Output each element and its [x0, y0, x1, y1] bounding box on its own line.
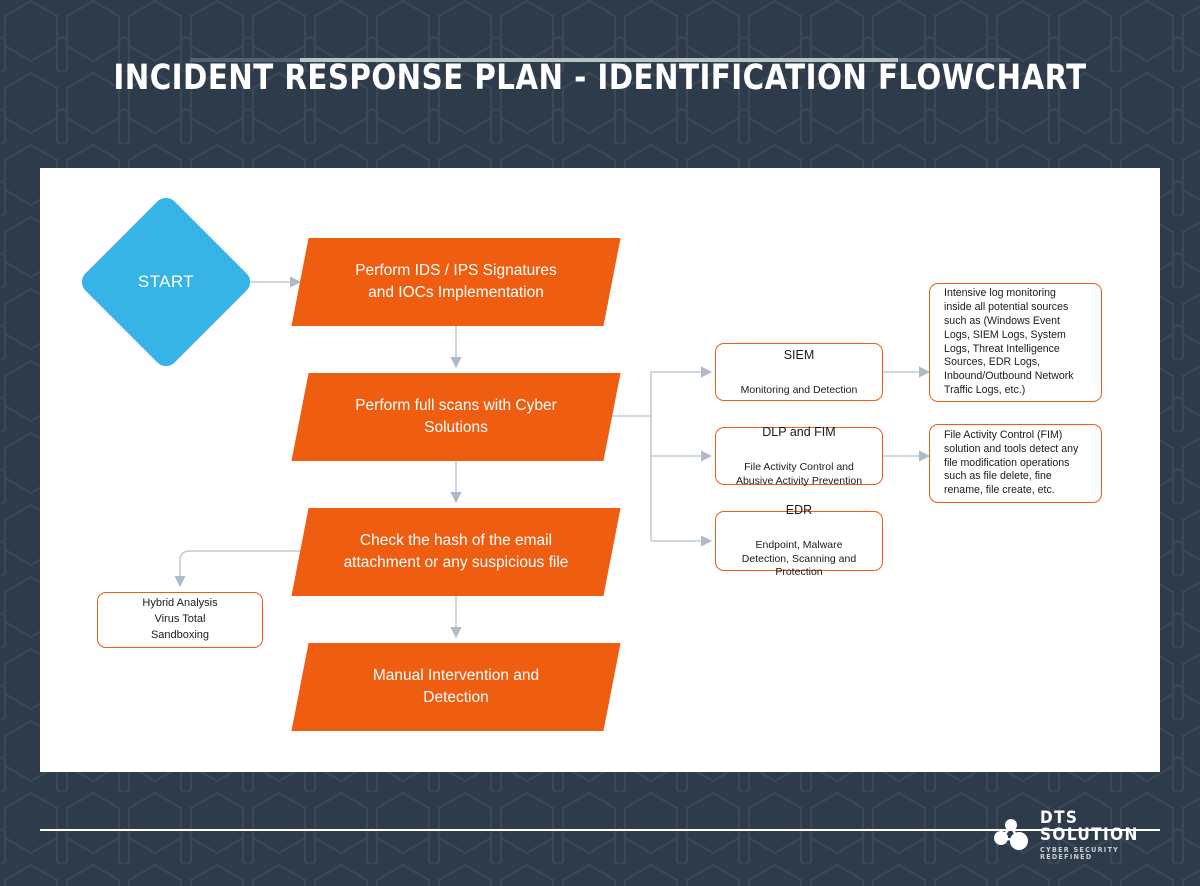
tools-box-text: Hybrid Analysis Virus Total Sandboxing: [142, 597, 218, 641]
note-text: File Activity Control (FIM) solution and…: [944, 428, 1079, 497]
page-title: INCIDENT RESPONSE PLAN - IDENTIFICATION …: [113, 58, 1087, 98]
solution-box-dlp-fim[interactable]: DLP and FIM File Activity Control and Ab…: [715, 424, 883, 487]
header: INCIDENT RESPONSE PLAN - IDENTIFICATION …: [0, 58, 1200, 98]
solution-box-title: SIEM: [783, 347, 815, 362]
tools-box-hybrid-analysis[interactable]: Hybrid Analysis Virus Total Sandboxing: [97, 592, 263, 648]
note-box-fim-details[interactable]: File Activity Control (FIM) solution and…: [929, 424, 1102, 503]
start-node-label: START: [137, 272, 195, 291]
molecule-nodes-icon: [994, 819, 1028, 850]
solution-box-title: EDR: [785, 503, 813, 518]
solution-box-siem[interactable]: SIEM Monitoring and Detection: [715, 343, 883, 401]
solution-box-title: DLP and FIM: [762, 424, 836, 439]
logo-name: DTS SOLUTION: [1040, 807, 1139, 845]
note-text: Intensive log monitoring inside all pote…: [944, 286, 1074, 397]
note-box-siem-details[interactable]: Intensive log monitoring inside all pote…: [929, 283, 1102, 402]
process-node-manual-intervention[interactable]: Manual Intervention and Detection: [291, 643, 621, 731]
solution-box-subtitle: Endpoint, Malware Detection, Scanning an…: [741, 539, 857, 579]
process-node-label: Perform IDS / IPS Signatures and IOCs Im…: [355, 261, 557, 301]
brand-logo: DTS SOLUTION CYBER SECURITY REDEFINED: [993, 807, 1165, 861]
process-node-check-hash[interactable]: Check the hash of the email attachment o…: [291, 508, 621, 596]
process-node-label: Manual Intervention and Detection: [372, 666, 540, 706]
process-node-ids-ips[interactable]: Perform IDS / IPS Signatures and IOCs Im…: [291, 238, 621, 326]
solution-box-subtitle: Monitoring and Detection: [740, 383, 858, 396]
footer-divider: [40, 829, 1160, 831]
solution-box-edr[interactable]: EDR Endpoint, Malware Detection, Scannin…: [715, 503, 883, 578]
process-node-label: Perform full scans with Cyber Solutions: [355, 396, 557, 436]
process-node-label: Check the hash of the email attachment o…: [343, 531, 569, 571]
logo-tagline: CYBER SECURITY REDEFINED: [1040, 844, 1120, 861]
process-node-full-scans[interactable]: Perform full scans with Cyber Solutions: [291, 373, 621, 461]
